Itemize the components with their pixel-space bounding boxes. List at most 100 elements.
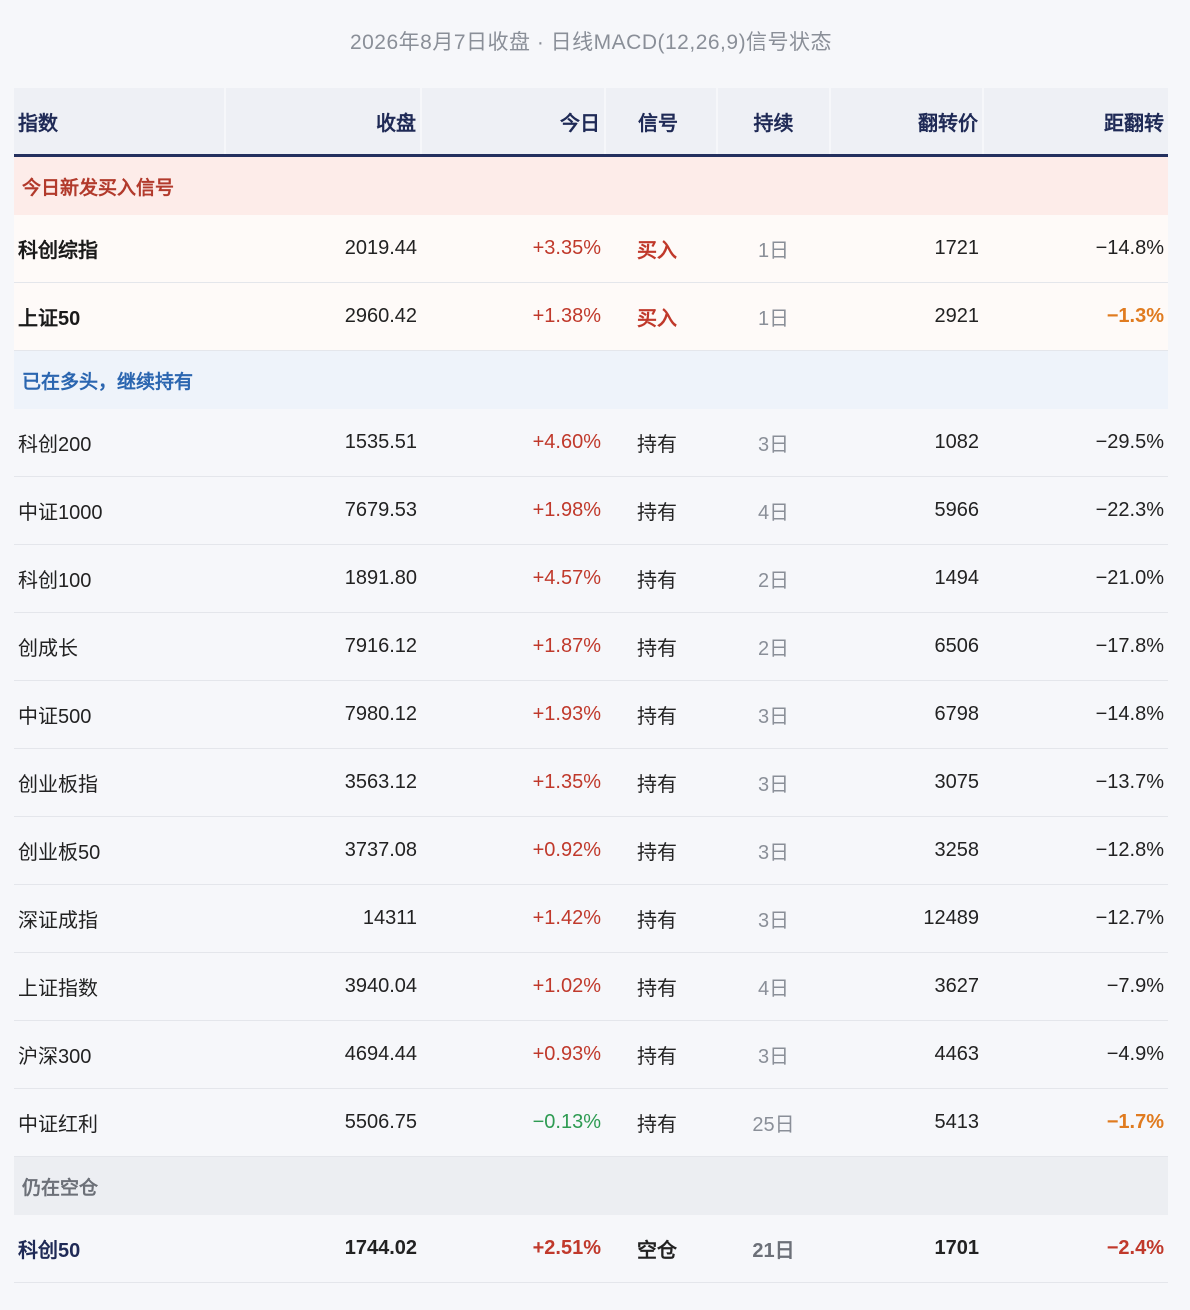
cell-index-name: 中证500 bbox=[14, 680, 225, 749]
cell-flip-price: 1082 bbox=[830, 409, 983, 477]
cell-distance: −22.3% bbox=[983, 476, 1168, 545]
header-signal[interactable]: 信号 bbox=[604, 88, 717, 157]
cell-duration: 3日 bbox=[717, 748, 830, 817]
table-row[interactable]: 创成长 7916.12 +1.87% 持有 2日 6506 −17.8% bbox=[14, 612, 1168, 681]
cell-index-name: 上证指数 bbox=[14, 952, 225, 1021]
cell-flip-price: 1721 bbox=[830, 215, 983, 283]
cell-signal: 持有 bbox=[605, 409, 717, 477]
cell-distance: −12.7% bbox=[983, 884, 1168, 953]
cell-duration: 3日 bbox=[717, 409, 830, 477]
cell-flip-price: 4463 bbox=[830, 1020, 983, 1089]
cell-change: +4.57% bbox=[421, 544, 605, 613]
cell-distance: −7.9% bbox=[983, 952, 1168, 1021]
cell-close: 1535.51 bbox=[225, 409, 421, 477]
cell-distance: −1.3% bbox=[983, 282, 1168, 351]
table-row[interactable]: 上证50 2960.42 +1.38% 买入 1日 2921 −1.3% bbox=[14, 282, 1168, 351]
cell-change: +0.93% bbox=[421, 1020, 605, 1089]
cell-close: 7916.12 bbox=[225, 612, 421, 681]
cell-close: 3940.04 bbox=[225, 952, 421, 1021]
table-header-row: 指数 收盘 今日 信号 持续 翻转价 距翻转 bbox=[14, 88, 1168, 157]
cell-distance: −13.7% bbox=[983, 748, 1168, 817]
cell-index-name: 创成长 bbox=[14, 612, 225, 681]
cell-duration: 3日 bbox=[717, 1020, 830, 1089]
cell-change: +1.87% bbox=[421, 612, 605, 681]
cell-index-name: 深证成指 bbox=[14, 884, 225, 953]
cell-duration: 1日 bbox=[717, 282, 830, 351]
table-row[interactable]: 中证500 7980.12 +1.93% 持有 3日 6798 −14.8% bbox=[14, 680, 1168, 749]
group-label: 仍在空仓 bbox=[14, 1156, 1168, 1215]
cell-signal: 买入 bbox=[605, 215, 717, 283]
table-body: 今日新发买入信号 科创综指 2019.44 +3.35% 买入 1日 1721 −14.8% 上… bbox=[14, 155, 1168, 1283]
cell-change: +4.60% bbox=[421, 409, 605, 477]
table-row[interactable]: 科创50 1744.02 +2.51% 空仓 21日 1701 −2.4% bbox=[14, 1215, 1168, 1283]
cell-flip-price: 12489 bbox=[830, 884, 983, 953]
cell-duration: 1日 bbox=[717, 215, 830, 283]
cell-signal: 持有 bbox=[605, 1088, 717, 1157]
cell-duration: 2日 bbox=[717, 612, 830, 681]
cell-distance: −12.8% bbox=[983, 816, 1168, 885]
cell-distance: −29.5% bbox=[983, 409, 1168, 477]
cell-signal: 持有 bbox=[605, 884, 717, 953]
table-row[interactable]: 科创200 1535.51 +4.60% 持有 3日 1082 −29.5% bbox=[14, 409, 1168, 477]
cell-flip-price: 5966 bbox=[830, 476, 983, 545]
cell-close: 2019.44 bbox=[225, 215, 421, 283]
cell-index-name: 科创综指 bbox=[14, 215, 225, 283]
cell-duration: 3日 bbox=[717, 884, 830, 953]
cell-flip-price: 6798 bbox=[830, 680, 983, 749]
table-row[interactable]: 科创综指 2019.44 +3.35% 买入 1日 1721 −14.8% bbox=[14, 215, 1168, 283]
cell-index-name: 科创100 bbox=[14, 544, 225, 613]
table-row[interactable]: 中证红利 5506.75 −0.13% 持有 25日 5413 −1.7% bbox=[14, 1088, 1168, 1157]
cell-index-name: 科创50 bbox=[14, 1215, 225, 1283]
table-row[interactable]: 沪深300 4694.44 +0.93% 持有 3日 4463 −4.9% bbox=[14, 1020, 1168, 1089]
header-change[interactable]: 今日 bbox=[420, 88, 605, 157]
cell-signal: 持有 bbox=[605, 544, 717, 613]
cell-index-name: 创业板指 bbox=[14, 748, 225, 817]
header-distance[interactable]: 距翻转 bbox=[982, 88, 1168, 157]
cell-distance: −14.8% bbox=[983, 215, 1168, 283]
cell-duration: 4日 bbox=[717, 476, 830, 545]
cell-change: +1.38% bbox=[421, 282, 605, 351]
cell-change: +1.93% bbox=[421, 680, 605, 749]
group-label: 已在多头，继续持有 bbox=[14, 350, 1168, 409]
page: 2026年8月7日收盘 · 日线MACD(12,26,9)信号状态 指数 收盘 … bbox=[0, 0, 1190, 1310]
header-close[interactable]: 收盘 bbox=[224, 88, 421, 157]
table-row[interactable]: 科创100 1891.80 +4.57% 持有 2日 1494 −21.0% bbox=[14, 544, 1168, 613]
cell-index-name: 上证50 bbox=[14, 282, 225, 351]
cell-signal: 持有 bbox=[605, 476, 717, 545]
group-header-hold: 已在多头，继续持有 bbox=[14, 350, 1168, 409]
cell-index-name: 创业板50 bbox=[14, 816, 225, 885]
header-name[interactable]: 指数 bbox=[14, 88, 225, 157]
cell-duration: 21日 bbox=[717, 1215, 830, 1283]
cell-change: +1.42% bbox=[421, 884, 605, 953]
cell-flip-price: 2921 bbox=[830, 282, 983, 351]
cell-signal: 空仓 bbox=[605, 1215, 717, 1283]
cell-change: −0.13% bbox=[421, 1088, 605, 1157]
cell-close: 3563.12 bbox=[225, 748, 421, 817]
table-row[interactable]: 创业板50 3737.08 +0.92% 持有 3日 3258 −12.8% bbox=[14, 816, 1168, 885]
cell-change: +1.02% bbox=[421, 952, 605, 1021]
cell-close: 1744.02 bbox=[225, 1215, 421, 1283]
cell-distance: −14.8% bbox=[983, 680, 1168, 749]
cell-signal: 持有 bbox=[605, 748, 717, 817]
table-row[interactable]: 上证指数 3940.04 +1.02% 持有 4日 3627 −7.9% bbox=[14, 952, 1168, 1021]
cell-close: 2960.42 bbox=[225, 282, 421, 351]
header-duration[interactable]: 持续 bbox=[716, 88, 830, 157]
table-row[interactable]: 深证成指 14311 +1.42% 持有 3日 12489 −12.7% bbox=[14, 884, 1168, 953]
cell-close: 3737.08 bbox=[225, 816, 421, 885]
cell-index-name: 中证1000 bbox=[14, 476, 225, 545]
cell-close: 7679.53 bbox=[225, 476, 421, 545]
cell-close: 4694.44 bbox=[225, 1020, 421, 1089]
cell-distance: −4.9% bbox=[983, 1020, 1168, 1089]
header-flip-price[interactable]: 翻转价 bbox=[829, 88, 983, 157]
cell-flip-price: 1701 bbox=[830, 1215, 983, 1283]
table-row[interactable]: 中证1000 7679.53 +1.98% 持有 4日 5966 −22.3% bbox=[14, 476, 1168, 545]
group-header-buy: 今日新发买入信号 bbox=[14, 155, 1168, 215]
cell-close: 14311 bbox=[225, 884, 421, 953]
cell-close: 1891.80 bbox=[225, 544, 421, 613]
cell-flip-price: 3627 bbox=[830, 952, 983, 1021]
cell-signal: 持有 bbox=[605, 612, 717, 681]
group-label: 今日新发买入信号 bbox=[14, 155, 1168, 215]
cell-distance: −21.0% bbox=[983, 544, 1168, 613]
cell-duration: 25日 bbox=[717, 1088, 830, 1157]
table-row[interactable]: 创业板指 3563.12 +1.35% 持有 3日 3075 −13.7% bbox=[14, 748, 1168, 817]
